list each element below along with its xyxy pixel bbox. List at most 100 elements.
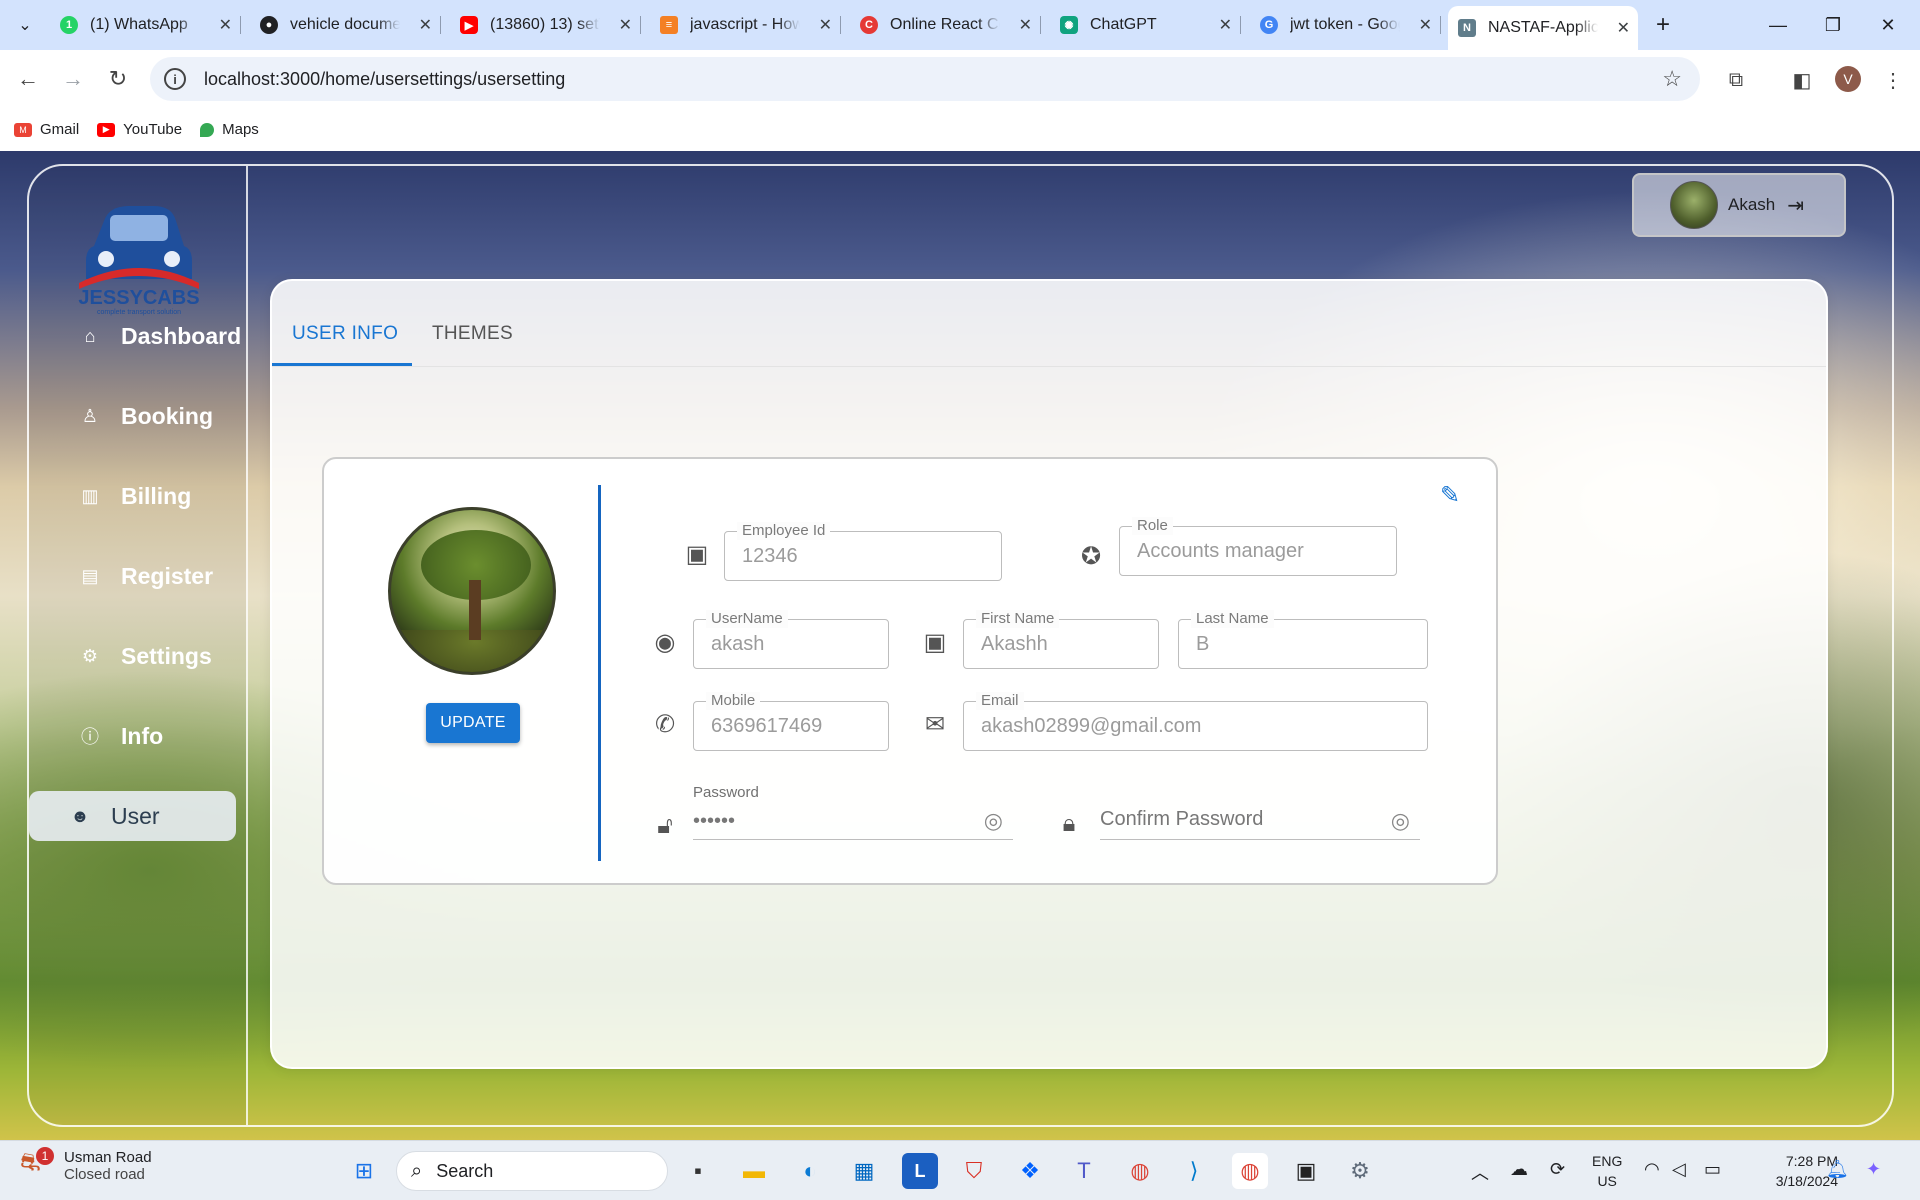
close-tab-icon[interactable]: ✕ <box>419 15 432 35</box>
sidebar-item-user[interactable]: ☻ User <box>29 791 236 841</box>
username-field[interactable]: UserName akash <box>693 610 889 669</box>
wifi-icon[interactable]: ◠ <box>1644 1159 1660 1180</box>
onedrive-icon[interactable]: ☁ <box>1510 1159 1528 1180</box>
search-icon: ⌕ <box>411 1159 423 1182</box>
copilot-icon[interactable]: ✦ <box>1866 1159 1881 1180</box>
sidebar-item-info[interactable]: ⓘ Info <box>39 711 237 761</box>
last-name-field[interactable]: Last Name B <box>1178 610 1428 669</box>
password-field[interactable]: Password •••••• ◎ <box>693 784 1013 840</box>
clock[interactable]: 7:28 PM 3/18/2024 <box>1744 1151 1838 1191</box>
sidebar-item-settings[interactable]: ⚙ Settings <box>39 631 237 681</box>
language-indicator[interactable]: ENG US <box>1592 1151 1622 1191</box>
settings-app-icon[interactable]: ⚙ <box>1342 1153 1378 1189</box>
taskbar-search[interactable]: ⌕ Search <box>396 1151 668 1191</box>
first-name-field[interactable]: First Name Akashh <box>963 610 1159 669</box>
bookmarks-bar: M Gmail ▶ YouTube Maps <box>0 108 1920 151</box>
close-tab-icon[interactable]: ✕ <box>219 15 232 35</box>
bookmark-star-icon[interactable]: ☆ <box>1662 66 1682 92</box>
bookmark-maps[interactable]: Maps <box>200 121 259 138</box>
browser-tab[interactable]: C Online React Cor ✕ <box>850 6 1041 44</box>
mobile-field[interactable]: Mobile 6369617469 <box>693 692 889 751</box>
menu-icon[interactable]: ⋮ <box>1879 66 1907 94</box>
bookmark-youtube[interactable]: ▶ YouTube <box>97 121 182 138</box>
close-window-icon[interactable]: ✕ <box>1868 10 1908 40</box>
github-icon: ● <box>260 16 278 34</box>
bookmark-gmail[interactable]: M Gmail <box>14 121 79 138</box>
show-hidden-icons-icon[interactable]: ︿ <box>1471 1159 1489 1185</box>
weather-widget[interactable]: ⛐ 1 Usman Road Closed road <box>20 1147 152 1183</box>
close-tab-icon[interactable]: ✕ <box>1617 18 1630 38</box>
edge-icon[interactable]: ◐ <box>792 1153 828 1189</box>
dropbox-icon[interactable]: ❖ <box>1012 1153 1048 1189</box>
restore-icon[interactable]: ❐ <box>1813 10 1853 40</box>
browser-tab[interactable]: ● vehicle documen ✕ <box>250 6 441 44</box>
mcafee-icon[interactable]: ⛉ <box>956 1153 992 1189</box>
sidebar-item-dashboard[interactable]: ⌂ Dashboard <box>39 311 242 361</box>
user-menu[interactable]: Akash ⇥ <box>1632 173 1846 237</box>
close-tab-icon[interactable]: ✕ <box>1219 15 1232 35</box>
store-icon[interactable]: ▦ <box>846 1153 882 1189</box>
battery-icon[interactable]: ▭ <box>1704 1159 1721 1180</box>
profile-avatar[interactable]: V <box>1835 66 1861 92</box>
browser-tab[interactable]: ≡ javascript - How ✕ <box>650 6 841 44</box>
tab-user-info[interactable]: USER INFO <box>292 323 398 345</box>
task-view-icon[interactable]: ▪ <box>680 1153 716 1189</box>
update-button[interactable]: UPDATE <box>426 703 520 743</box>
forward-icon[interactable]: → <box>58 64 88 94</box>
home-icon: ⌂ <box>84 325 96 346</box>
windows-start-icon[interactable]: ⊞ <box>346 1153 382 1189</box>
tab-title: javascript - How <box>690 16 800 33</box>
profile-picture[interactable] <box>388 507 556 675</box>
logout-icon[interactable]: ⇥ <box>1787 193 1804 218</box>
employee-id-field[interactable]: Employee Id 12346 <box>724 522 1002 581</box>
tab-themes[interactable]: THEMES <box>432 323 513 345</box>
visibility-off-icon[interactable]: ◎ <box>1391 808 1410 834</box>
sidebar-item-billing[interactable]: ▥ Billing <box>39 471 237 521</box>
avatar <box>1670 181 1718 229</box>
sidebar-item-register[interactable]: ▤ Register <box>39 551 237 601</box>
terminal-icon[interactable]: ▣ <box>1288 1153 1324 1189</box>
sync-icon[interactable]: ⟳ <box>1550 1159 1565 1180</box>
reload-icon[interactable]: ↻ <box>103 64 133 94</box>
teams-icon[interactable]: T <box>1066 1153 1102 1189</box>
side-panel-icon[interactable]: ◧ <box>1788 66 1816 94</box>
close-tab-icon[interactable]: ✕ <box>819 15 832 35</box>
taskbar: ⛐ 1 Usman Road Closed road ⊞ ⌕ Search ▪ … <box>0 1140 1920 1200</box>
close-tab-icon[interactable]: ✕ <box>1419 15 1432 35</box>
browser-tab[interactable]: 1 (1) WhatsApp ✕ <box>50 6 241 44</box>
sidebar-item-label: Dashboard <box>121 322 242 349</box>
chrome-icon[interactable]: ◍ <box>1122 1153 1158 1189</box>
field-value: akash <box>711 633 765 655</box>
edit-icon[interactable]: ✎ <box>1434 479 1466 511</box>
divider <box>598 485 601 861</box>
browser-tab[interactable]: ▶ (13860) 13) setTi ✕ <box>450 6 641 44</box>
role-field[interactable]: Role Accounts manager <box>1119 517 1397 576</box>
back-icon[interactable]: ← <box>13 64 43 94</box>
volume-icon[interactable]: ◁ <box>1672 1159 1686 1180</box>
info-icon: ⓘ <box>81 727 99 747</box>
site-info-icon[interactable]: i <box>164 68 186 90</box>
field-label: Password <box>693 784 759 801</box>
confirm-password-field[interactable]: Confirm Password ◎ <box>1100 784 1420 840</box>
notification-bell-icon[interactable]: 🔔︎ <box>1826 1159 1849 1180</box>
chrome-profile-icon[interactable]: ◍ <box>1232 1153 1268 1189</box>
file-explorer-icon[interactable]: ▬ <box>736 1153 772 1189</box>
extensions-icon[interactable]: ⧉ <box>1722 66 1750 94</box>
email-field[interactable]: Email akash02899@gmail.com <box>963 692 1428 751</box>
address-bar[interactable]: i localhost:3000/home/usersettings/users… <box>150 57 1700 101</box>
sidebar-item-booking[interactable]: ♙ Booking <box>39 391 237 441</box>
lock-icon: 🔒︎ <box>1062 810 1076 837</box>
browser-tab[interactable]: ✺ ChatGPT ✕ <box>1050 6 1241 44</box>
close-tab-icon[interactable]: ✕ <box>1019 15 1032 35</box>
tab-search-icon[interactable]: ⌄ <box>12 12 38 38</box>
close-tab-icon[interactable]: ✕ <box>619 15 632 35</box>
browser-tab-active[interactable]: N NASTAF-Applicat ✕ <box>1448 6 1638 50</box>
visibility-off-icon[interactable]: ◎ <box>984 808 1003 834</box>
vscode-icon[interactable]: ⟩ <box>1176 1153 1212 1189</box>
app-l-icon[interactable]: L <box>902 1153 938 1189</box>
url-text[interactable]: localhost:3000/home/usersettings/userset… <box>204 69 565 90</box>
browser-tab[interactable]: G jwt token - Goog ✕ <box>1250 6 1441 44</box>
new-tab-icon[interactable]: + <box>1650 11 1676 38</box>
minimize-icon[interactable]: — <box>1758 10 1798 40</box>
youtube-icon: ▶ <box>460 16 478 34</box>
